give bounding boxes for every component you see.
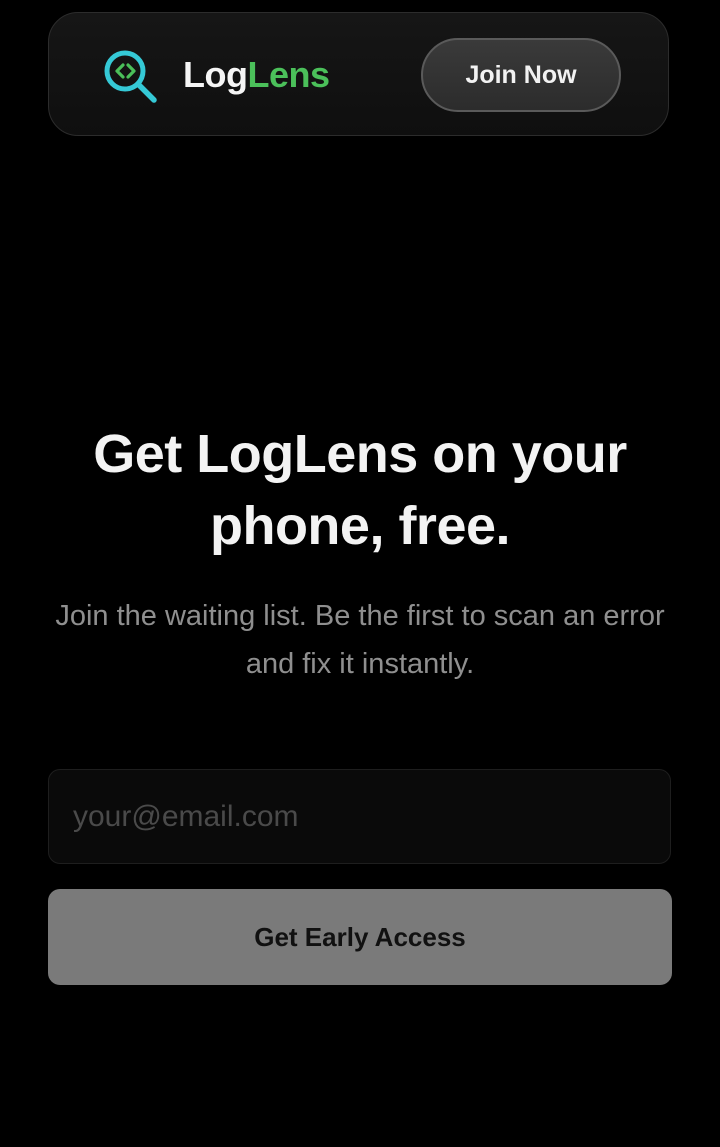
email-field[interactable] [48, 769, 671, 864]
navbar: LogLens Join Now [48, 12, 669, 136]
brand-name-part2: Lens [247, 54, 330, 95]
brand-name[interactable]: LogLens [183, 53, 330, 97]
hero-subtitle: Join the waiting list. Be the first to s… [55, 600, 665, 680]
brand-name-part1: Log [183, 54, 248, 95]
hero-headline: Get LogLens on your phone, free. [93, 424, 627, 556]
magnifier-code-icon [104, 50, 157, 103]
join-now-button[interactable]: Join Now [421, 38, 621, 112]
get-early-access-button[interactable]: Get Early Access [48, 889, 672, 985]
